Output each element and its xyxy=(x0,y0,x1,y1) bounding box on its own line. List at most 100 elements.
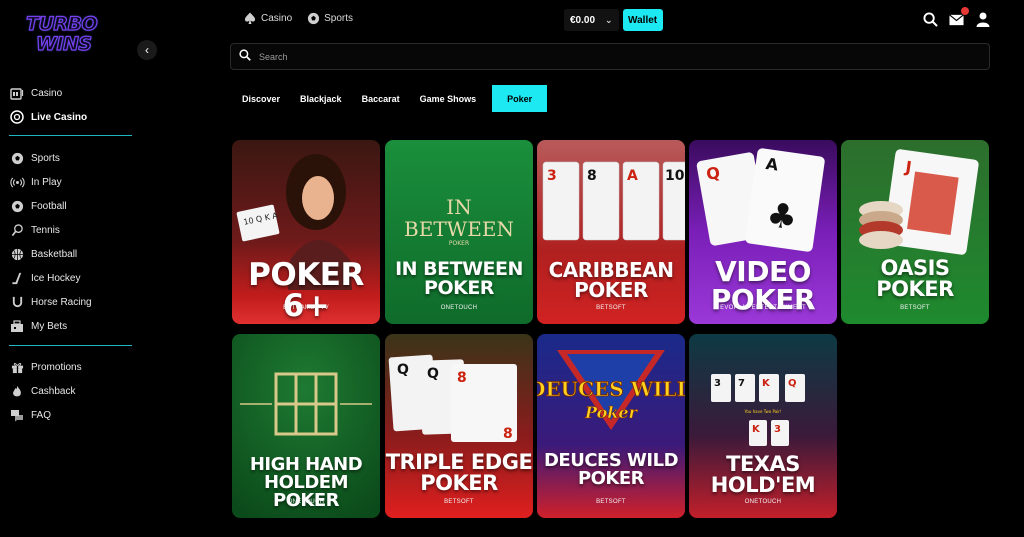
sidebar-item-in-play[interactable]: In Play xyxy=(9,170,139,194)
logo-text-line2: WINS xyxy=(35,33,92,55)
topnav-label: Sports xyxy=(324,12,354,24)
chevron-down-icon: ⌄ xyxy=(605,14,613,25)
tagline-text: You have Two Pair! xyxy=(743,409,781,414)
sidebar-item-promotions[interactable]: Promotions xyxy=(9,355,139,379)
turbo-wins-logo[interactable]: TURBO WINS xyxy=(25,13,116,62)
game-title: IN BETWEEN POKER xyxy=(395,258,523,299)
card-rank-8: 8 xyxy=(457,370,467,386)
logo-deuces-text: DEUCES WILD xyxy=(537,377,685,401)
sidebar-item-horse-racing[interactable]: Horse Racing xyxy=(9,290,139,314)
game-card-in-between-poker[interactable]: IN BETWEEN POKER IN BETWEEN POKER ONETOU… xyxy=(385,140,533,324)
sidebar-item-my-bets[interactable]: My Bets xyxy=(9,314,139,338)
sidebar-group-extras: Promotions Cashback FAQ xyxy=(9,355,139,427)
search-input[interactable] xyxy=(259,51,859,62)
deuces-wild-artwork: DEUCES WILD Poker xyxy=(537,334,685,518)
sidebar-item-cashback[interactable]: Cashback xyxy=(9,379,139,403)
sidebar-item-live-casino[interactable]: Live Casino xyxy=(9,105,139,129)
game-title: POKER 6+ xyxy=(248,257,364,324)
game-card-oasis-poker[interactable]: J OASIS POKER BETSOFT xyxy=(841,140,989,324)
topnav-label: Casino xyxy=(261,12,293,24)
hockey-stick-icon xyxy=(9,270,25,286)
broadcast-icon xyxy=(9,174,25,190)
sidebar-item-label: Football xyxy=(31,200,67,212)
chevron-left-icon: ‹ xyxy=(145,43,149,57)
card-rank-8: 8 xyxy=(587,168,597,184)
logo-in-text: IN xyxy=(446,195,471,219)
card-rank-a: A xyxy=(627,168,638,184)
game-title: TRIPLE EDGE POKER xyxy=(385,450,533,495)
football-icon xyxy=(9,150,25,166)
sidebar-item-faq[interactable]: FAQ xyxy=(9,403,139,427)
sidebar-item-label: Live Casino xyxy=(31,111,88,123)
search-icon[interactable] xyxy=(922,11,939,28)
tab-game-shows[interactable]: Game Shows xyxy=(410,85,487,112)
game-card-poker-6-plus[interactable]: 10 Q K A POKER 6+ BETGAMES TV xyxy=(232,140,380,324)
balance-amount: €0.00 xyxy=(570,14,596,26)
game-provider: EVOPLAY ENTERTAINMENT xyxy=(720,305,806,311)
topnav-sports[interactable]: Sports xyxy=(306,11,353,25)
sidebar-group-sports: Sports In Play Football Tennis Basketbal… xyxy=(9,146,139,338)
tab-blackjack[interactable]: Blackjack xyxy=(290,85,352,112)
horseshoe-icon xyxy=(9,294,25,310)
game-card-triple-edge-poker[interactable]: Q Q 8 8 TRIPLE EDGE POKER BETSOFT xyxy=(385,334,533,518)
tab-baccarat[interactable]: Baccarat xyxy=(352,85,410,112)
soccer-ball-icon xyxy=(306,11,320,25)
wallet-button[interactable]: Wallet xyxy=(622,9,663,31)
card-rank-3: 3 xyxy=(547,168,557,184)
slot-machine-icon xyxy=(9,85,25,101)
game-card-high-hand-holdem-poker[interactable]: HIGH HAND HOLDEM POKER ONETOUCH xyxy=(232,334,380,518)
game-provider: BETSOFT xyxy=(596,305,626,311)
tab-poker[interactable]: Poker xyxy=(492,85,548,112)
sidebar-item-label: Promotions xyxy=(31,361,82,373)
game-card-caribbean-poker[interactable]: 3 8 A 10 CARIBBEAN POKER BETSOFT xyxy=(537,140,685,324)
category-tabs: Discover Blackjack Baccarat Game Shows P… xyxy=(232,85,548,112)
card-rank-8: 8 xyxy=(503,426,513,442)
user-icon[interactable] xyxy=(974,11,991,28)
sidebar-item-casino[interactable]: Casino xyxy=(9,81,139,105)
gift-icon xyxy=(9,359,25,375)
card-rank-q: Q xyxy=(397,362,409,378)
game-provider: BETGAMES TV xyxy=(283,305,329,311)
game-provider: ONETOUCH xyxy=(287,499,325,505)
sidebar-item-sports[interactable]: Sports xyxy=(9,146,139,170)
game-card-texas-holdem[interactable]: 3 7 K Q K 3 You have Two Pair! TEXAS HOL… xyxy=(689,334,837,518)
card-rank-k: K xyxy=(762,378,771,389)
search-bar xyxy=(230,43,990,70)
topnav-casino[interactable]: Casino xyxy=(243,11,292,25)
tennis-icon xyxy=(9,222,25,238)
basketball-icon xyxy=(9,246,25,262)
flame-icon xyxy=(9,383,25,399)
messages-icon[interactable] xyxy=(948,7,969,28)
sidebar-item-basketball[interactable]: Basketball xyxy=(9,242,139,266)
game-title: TEXAS HOLD'EM xyxy=(710,452,816,497)
tab-discover[interactable]: Discover xyxy=(232,85,290,112)
card-rank-q: Q xyxy=(427,366,439,382)
logo-poker-text: POKER xyxy=(449,240,469,247)
sidebar-collapse-button[interactable]: ‹ xyxy=(137,40,157,60)
sidebar-item-ice-hockey[interactable]: Ice Hockey xyxy=(9,266,139,290)
sidebar-item-label: Cashback xyxy=(31,385,76,397)
game-provider: BETSOFT xyxy=(596,499,626,505)
card-rank-k: K xyxy=(752,424,761,435)
logo-between-text: BETWEEN xyxy=(404,217,514,241)
card-rank-7: 7 xyxy=(738,378,745,389)
game-provider: BETSOFT xyxy=(900,305,930,311)
header-icons xyxy=(922,7,991,28)
sidebar-item-label: Casino xyxy=(31,87,63,99)
notification-badge xyxy=(961,7,969,15)
sidebar-item-label: Sports xyxy=(31,152,60,164)
sidebar-item-tennis[interactable]: Tennis xyxy=(9,218,139,242)
game-title: DEUCES WILD POKER xyxy=(543,450,679,489)
sidebar-item-football[interactable]: Football xyxy=(9,194,139,218)
game-card-video-poker[interactable]: Q A ♣ VIDEO POKER EVOPLAY ENTERTAINMENT xyxy=(689,140,837,324)
balance-dropdown[interactable]: €0.00 ⌄ xyxy=(564,9,619,31)
game-title: CARIBBEAN POKER xyxy=(548,258,674,302)
game-card-deuces-wild-poker[interactable]: DEUCES WILD Poker DEUCES WILD POKER BETS… xyxy=(537,334,685,518)
balance-area: €0.00 ⌄ Wallet xyxy=(564,9,663,31)
game-title: OASIS POKER xyxy=(876,256,954,301)
svg-text:♣: ♣ xyxy=(764,195,800,239)
roulette-icon xyxy=(9,109,25,125)
game-provider: ONETOUCH xyxy=(744,499,782,505)
card-rank-q: Q xyxy=(788,378,797,389)
logo-poker-text: Poker xyxy=(584,403,639,422)
